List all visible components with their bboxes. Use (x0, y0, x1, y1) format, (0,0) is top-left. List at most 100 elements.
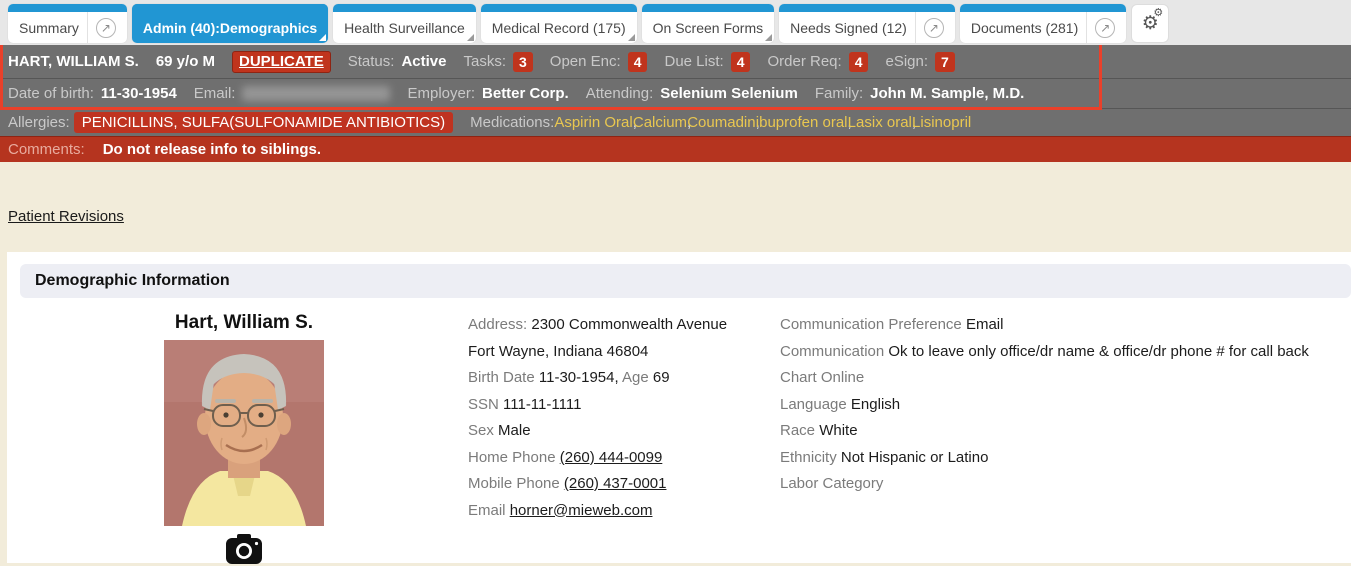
email-line: Email horner@mieweb.com (468, 498, 780, 525)
due-list-count-badge[interactable]: 4 (731, 52, 751, 72)
medication-link[interactable]: Coumadin (687, 114, 755, 131)
tab-dropdown-fold-icon[interactable] (628, 34, 635, 41)
patient-photo[interactable] (164, 340, 324, 526)
family-value: John M. Sample, M.D. (870, 85, 1024, 102)
photo-column: Hart, William S. (20, 312, 468, 568)
communication-value: Ok to leave only office/dr name & office… (888, 343, 1309, 360)
upload-photo-button[interactable] (224, 533, 264, 568)
home-phone-line: Home Phone (260) 444-0099 (468, 445, 780, 472)
order-req-count-badge[interactable]: 4 (849, 52, 869, 72)
email-label: Email: (194, 85, 236, 102)
tab-summary[interactable]: Summary ↗ (8, 4, 127, 43)
address-value: 2300 Commonwealth Avenue (531, 316, 727, 333)
language-line: Language English (780, 392, 1351, 419)
tab-accent-strip (779, 4, 955, 12)
section-header: Demographic Information (20, 264, 1351, 298)
medication-link[interactable]: ibuprofen oral (756, 114, 848, 131)
language-label: Language (780, 396, 847, 413)
esign-count-badge[interactable]: 7 (935, 52, 955, 72)
race-label: Race (780, 422, 815, 439)
medications-label: Medications: (470, 114, 554, 131)
allergies-badge[interactable]: PENICILLINS, SULFA(SULFONAMIDE ANTIBIOTI… (74, 112, 453, 133)
labor-category-line: Labor Category (780, 471, 1351, 498)
tab-dropdown-fold-icon[interactable] (319, 34, 326, 41)
race-line: Race White (780, 418, 1351, 445)
ssn-value: 111-11-1111 (503, 396, 581, 413)
cogs-icon-small: ⚙ (1153, 8, 1163, 19)
patient-header-row2: Date of birth: 11-30-1954 Email: Employer… (0, 78, 1351, 108)
mobile-phone-link[interactable]: (260) 437-0001 (564, 475, 667, 492)
email-link[interactable]: horner@mieweb.com (510, 502, 653, 519)
language-value: English (851, 396, 900, 413)
tab-medical-record[interactable]: Medical Record (175) (481, 4, 637, 43)
communication-preference-label: Communication Preference (780, 316, 962, 333)
tab-accent-strip (8, 4, 127, 12)
attending-value: Selenium Selenium (660, 85, 798, 102)
tab-divider (1086, 12, 1087, 43)
tasks-label: Tasks: (463, 53, 506, 70)
medication-link[interactable]: Aspirin Oral (554, 114, 632, 131)
settings-button[interactable]: ⚙ ⚙ (1131, 4, 1169, 43)
ethnicity-line: Ethnicity Not Hispanic or Latino (780, 445, 1351, 472)
allergies-row: Allergies: PENICILLINS, SULFA(SULFONAMID… (0, 108, 1351, 136)
communication-line: Communication Ok to leave only office/dr… (780, 339, 1351, 366)
external-link-icon[interactable]: ↗ (924, 18, 944, 38)
birth-date-value: 11-30-1954, (539, 369, 619, 386)
duplicate-badge[interactable]: DUPLICATE (232, 51, 331, 73)
race-value: White (819, 422, 857, 439)
tab-label: Medical Record (175) (492, 20, 626, 36)
tab-dropdown-fold-icon[interactable] (765, 34, 772, 41)
tab-health-surveillance[interactable]: Health Surveillance (333, 4, 476, 43)
medication-link[interactable]: Lisinopril (912, 114, 971, 131)
order-req-label: Order Req: (767, 53, 841, 70)
home-phone-link[interactable]: (260) 444-0099 (560, 449, 663, 466)
preferences-column: Communication Preference Email Communica… (780, 312, 1351, 568)
camera-icon (224, 533, 264, 565)
medication-link[interactable]: Calcium (633, 114, 687, 131)
comments-row: Comments: Do not release info to sibling… (0, 136, 1351, 162)
tab-bar: Summary ↗ Admin (40):Demographics Health… (0, 0, 1351, 45)
ethnicity-value: Not Hispanic or Latino (841, 449, 989, 466)
comments-value: Do not release info to siblings. (103, 141, 321, 158)
demographics-card: Demographic Information Hart, William S. (7, 252, 1351, 563)
tab-accent-strip (481, 4, 637, 12)
dob-value: 11-30-1954 (101, 85, 177, 102)
tab-needs-signed[interactable]: Needs Signed (12) ↗ (779, 4, 955, 43)
tab-label: Admin (40):Demographics (143, 20, 317, 36)
status-label: Status: (348, 53, 395, 70)
dob-label: Date of birth: (8, 85, 94, 102)
tab-accent-strip (642, 4, 774, 12)
tab-on-screen-forms[interactable]: On Screen Forms (642, 4, 774, 43)
tab-dropdown-fold-icon[interactable] (467, 34, 474, 41)
tab-documents[interactable]: Documents (281) ↗ (960, 4, 1126, 43)
contact-column: Address: 2300 Commonwealth Avenue Fort W… (468, 312, 780, 568)
external-link-icon[interactable]: ↗ (1095, 18, 1115, 38)
external-link-icon[interactable]: ↗ (96, 18, 116, 38)
ssn-label: SSN (468, 396, 499, 413)
labor-category-label: Labor Category (780, 475, 883, 492)
patient-header: HART, WILLIAM S. 69 y/o M DUPLICATE Stat… (0, 45, 1351, 162)
patient-revisions-link[interactable]: Patient Revisions (8, 208, 124, 225)
patient-name: HART, WILLIAM S. (8, 53, 139, 70)
age-label: Age (622, 369, 649, 386)
allergies-label: Allergies: (8, 114, 70, 131)
birth-date-line: Birth Date 11-30-1954, Age 69 (468, 365, 780, 392)
comments-label: Comments: (8, 141, 85, 158)
tasks-count-badge[interactable]: 3 (513, 52, 533, 72)
tab-admin-demographics[interactable]: Admin (40):Demographics (132, 4, 328, 43)
mobile-phone-line: Mobile Phone (260) 437-0001 (468, 471, 780, 498)
family-label: Family: (815, 85, 863, 102)
address-line1: Address: 2300 Commonwealth Avenue (468, 312, 780, 339)
open-enc-count-badge[interactable]: 4 (628, 52, 648, 72)
tab-accent-strip (333, 4, 476, 12)
tab-accent-strip (960, 4, 1126, 12)
medication-link[interactable]: Lasix oral (848, 114, 912, 131)
email-value-redacted (242, 86, 390, 101)
chart-online-line: Chart Online (780, 365, 1351, 392)
employer-label: Employer: (407, 85, 475, 102)
email-field-label: Email (468, 502, 506, 519)
tab-label: On Screen Forms (653, 20, 763, 36)
address-line2: Fort Wayne, Indiana 46804 (468, 339, 780, 366)
communication-preference-line: Communication Preference Email (780, 312, 1351, 339)
ethnicity-label: Ethnicity (780, 449, 837, 466)
